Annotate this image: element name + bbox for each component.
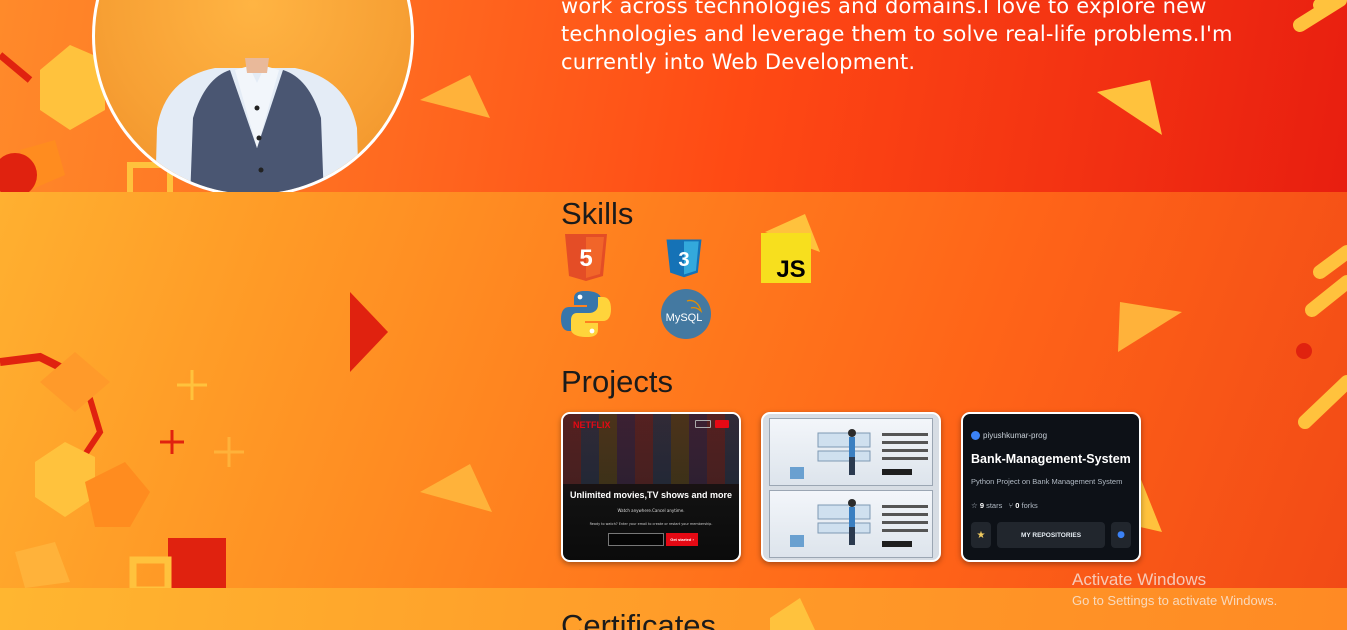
css3-icon: 3	[661, 232, 707, 282]
get-started-button: Get started ›	[666, 533, 698, 546]
about-section: work across technologies and domains.I l…	[0, 0, 1347, 192]
svg-text:3: 3	[678, 249, 689, 271]
sign-in-button	[715, 420, 729, 428]
language-select	[695, 420, 711, 428]
netflix-logo: NETFLIX	[573, 420, 611, 430]
person-illustration	[155, 58, 359, 192]
skills-heading: Skills	[561, 196, 634, 231]
windows-activation-watermark: Activate Windows Go to Settings to activ…	[1072, 570, 1277, 608]
screenshot-pane-bottom	[769, 490, 933, 558]
star-icon: ★	[971, 522, 991, 548]
forks-label: forks	[1021, 501, 1038, 510]
project-card-bank-management-system[interactable]: piyushkumar-prog Bank-Management-System …	[961, 412, 1141, 562]
svg-text:5: 5	[579, 245, 592, 272]
svg-text:MySQL: MySQL	[666, 312, 703, 324]
project-card-form-app[interactable]	[761, 412, 941, 562]
my-repositories-button: MY REPOSITORIES	[997, 522, 1105, 548]
hero-prompt: Ready to watch? Enter your email to crea…	[589, 522, 713, 526]
repo-description: Python Project on Bank Management System	[971, 477, 1123, 486]
avatar	[971, 431, 980, 440]
profile-photo	[92, 0, 414, 192]
bell-icon: ●	[1111, 522, 1131, 548]
python-icon	[561, 289, 611, 339]
watermark-title: Activate Windows	[1072, 570, 1207, 589]
javascript-icon: JS	[761, 233, 811, 283]
stars-label: stars	[986, 501, 1003, 510]
screenshot-pane-top	[769, 418, 933, 486]
watermark-subtitle: Go to Settings to activate Windows.	[1072, 593, 1278, 608]
email-field	[608, 533, 664, 546]
projects-heading: Projects	[561, 364, 673, 399]
repo-stats: ☆ 9 stars ⑂ 0 forks	[971, 501, 1038, 510]
stars-count: 9	[979, 501, 984, 510]
svg-text:JS: JS	[776, 256, 805, 283]
html5-icon: 5	[561, 232, 611, 282]
star-outline-icon: ☆	[971, 501, 978, 510]
repo-name: Bank-Management-System	[971, 452, 1131, 466]
forks-count: 0	[1015, 501, 1020, 510]
about-text: work across technologies and domains.I l…	[561, 0, 1233, 74]
mysql-icon: MySQL	[661, 289, 711, 339]
hero-headline: Unlimited movies,TV shows and more	[569, 490, 733, 500]
hero-subtitle: Watch anywhere.Cancel anytime.	[617, 508, 685, 513]
fork-icon: ⑂	[1008, 501, 1014, 510]
certificates-heading: Certificates	[561, 608, 717, 630]
project-card-netflix-clone[interactable]: NETFLIX Unlimited movies,TV shows and mo…	[561, 412, 741, 562]
repo-owner: piyushkumar-prog	[983, 431, 1048, 440]
